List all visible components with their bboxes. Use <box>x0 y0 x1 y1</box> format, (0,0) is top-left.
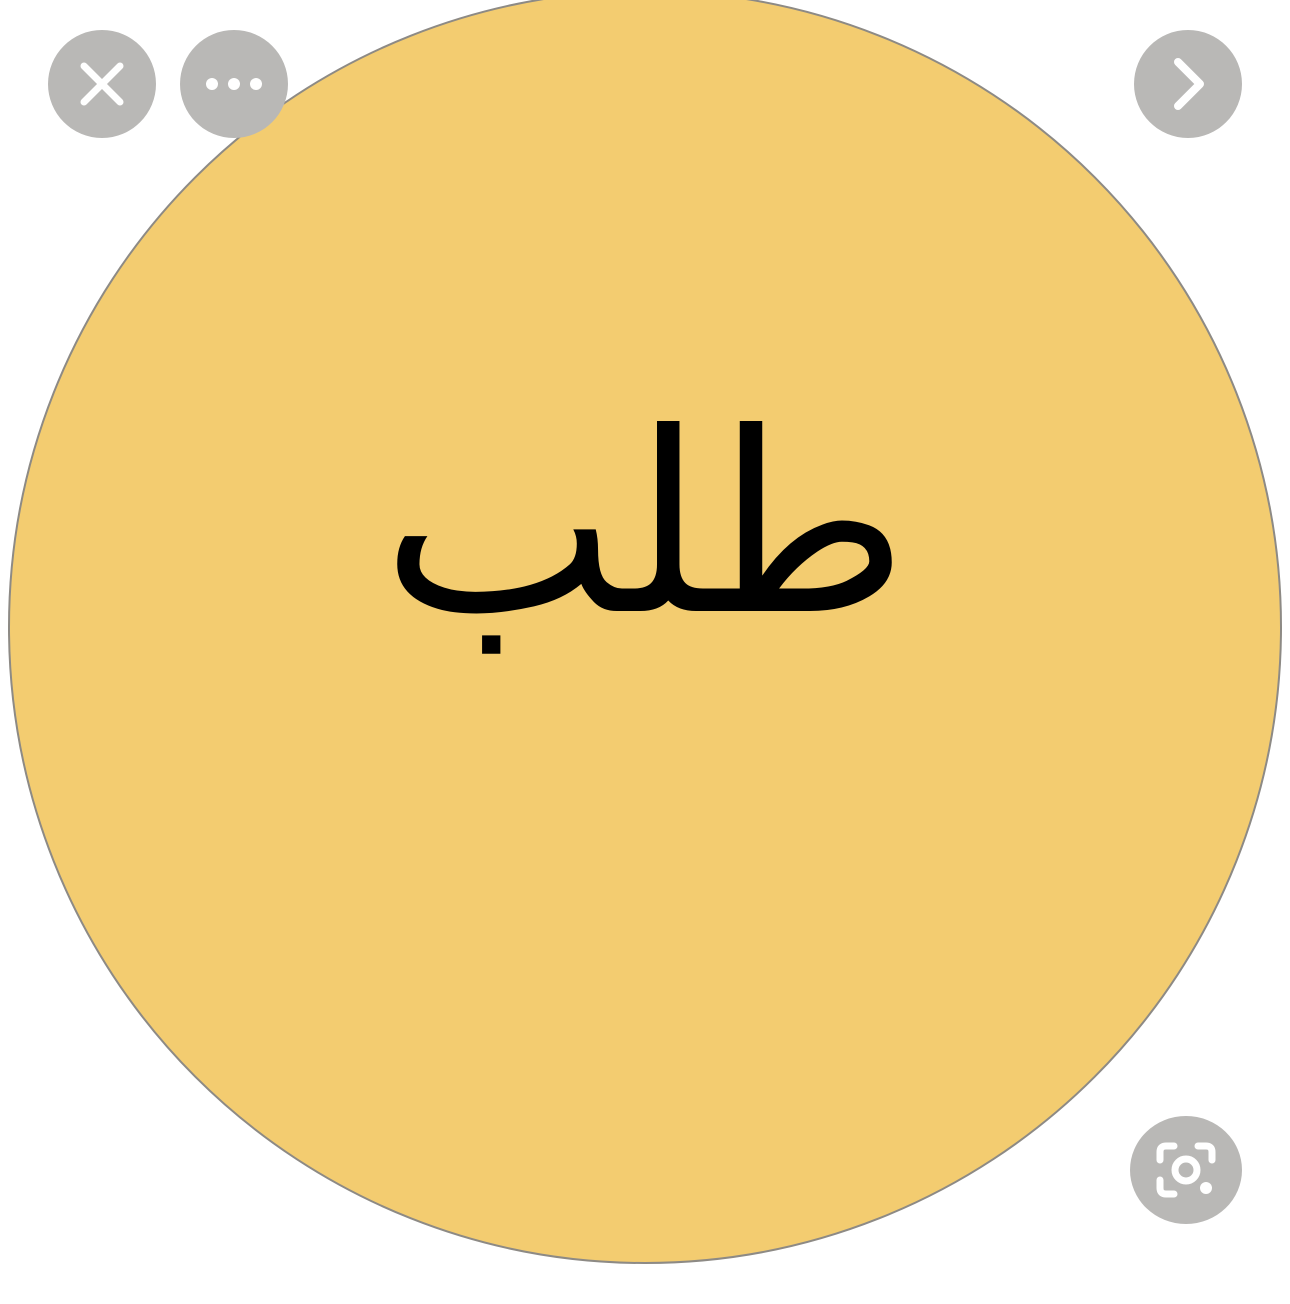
close-icon <box>80 62 124 106</box>
more-options-button[interactable] <box>180 30 288 138</box>
visual-search-icon <box>1156 1142 1216 1198</box>
close-button[interactable] <box>48 30 156 138</box>
more-horizontal-icon <box>206 78 262 90</box>
chevron-right-icon <box>1174 58 1204 110</box>
next-button[interactable] <box>1134 30 1242 138</box>
arabic-word: طلب <box>381 379 909 670</box>
visual-search-button[interactable] <box>1130 1116 1242 1224</box>
